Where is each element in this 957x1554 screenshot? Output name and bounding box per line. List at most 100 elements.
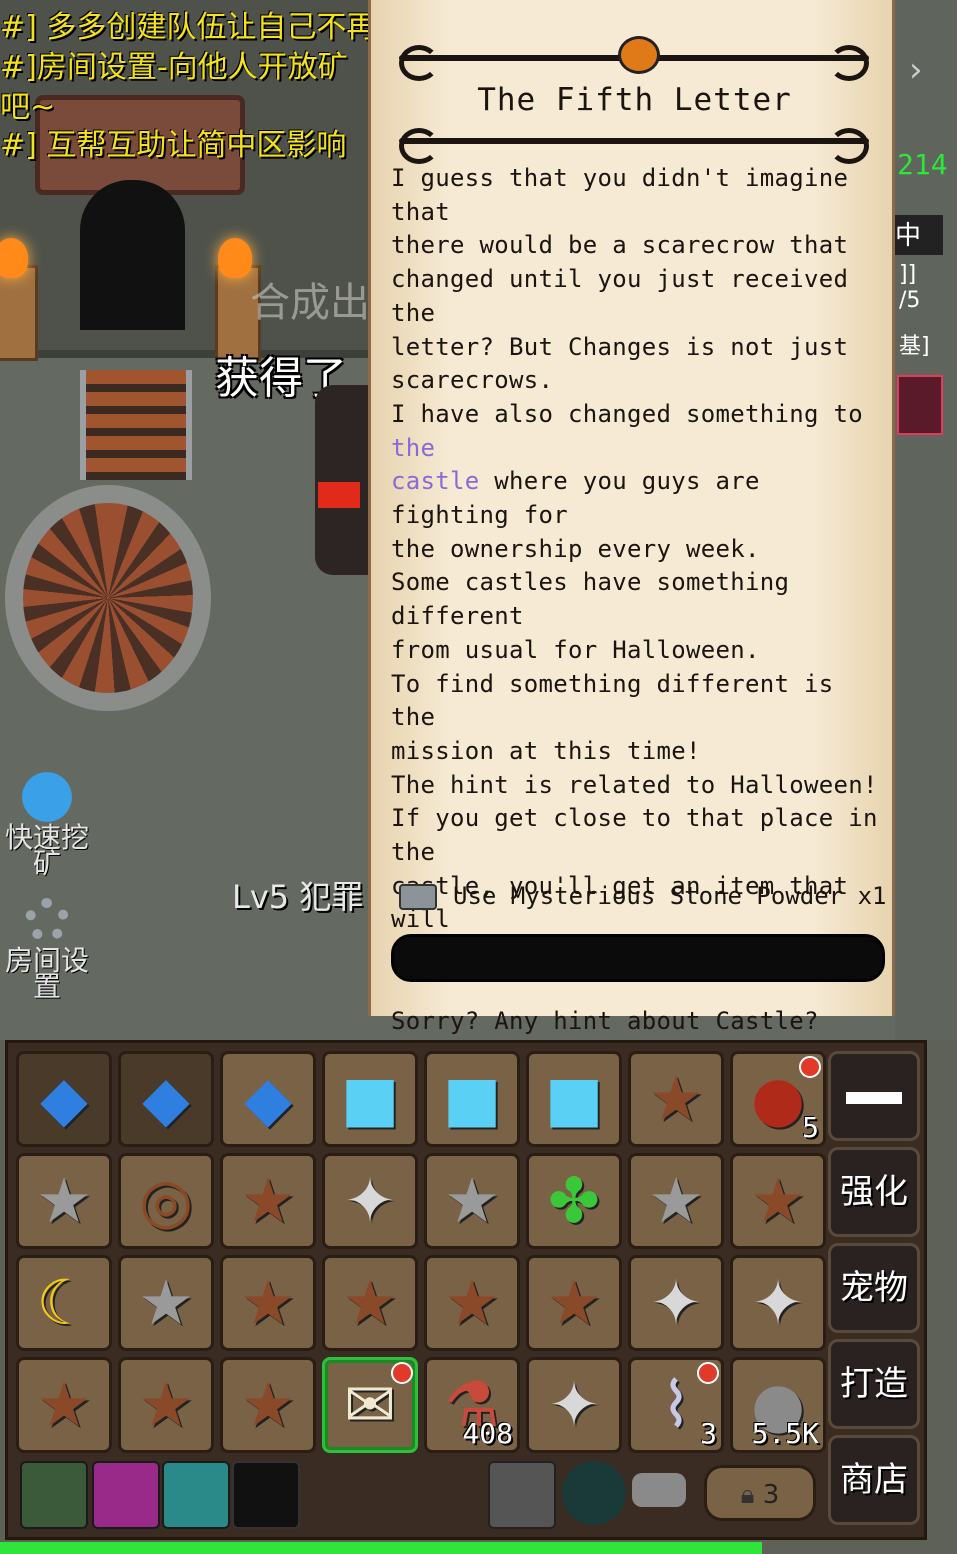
inventory-slot[interactable]: ★ bbox=[628, 1051, 724, 1147]
bag-icon[interactable] bbox=[562, 1461, 626, 1525]
chevron-right-icon[interactable]: › bbox=[909, 50, 923, 90]
inventory-grid: ◆ ◆ ◆ ■ ■ ■ ★ ● 5 ★ ◎ ★ ✦ ★ ✤ ★ ★ ☾ ★ ★ ★ ★ ★ ✦ ✦ ★ ★ ★ ✉ ⚗ 408 ✦ ⌇ 3 ● 5.5… bbox=[16, 1051, 826, 1453]
shuriken-icon: ✦ bbox=[752, 1266, 804, 1339]
inventory-slot[interactable]: ☾ bbox=[16, 1255, 112, 1351]
mine-wheel bbox=[5, 485, 211, 711]
no-trade-icon bbox=[391, 1362, 413, 1384]
inventory-slot[interactable]: ★ bbox=[424, 1153, 520, 1249]
inventory-slot[interactable]: ✦ bbox=[322, 1153, 418, 1249]
inventory-slot[interactable]: ◆ bbox=[118, 1051, 214, 1147]
brown-star-icon: ★ bbox=[648, 1062, 704, 1135]
quick-mine-button[interactable]: 快速挖矿 bbox=[2, 755, 92, 878]
letter-body-text: I guess that you didn't imagine that the… bbox=[391, 164, 863, 428]
inventory-slot[interactable]: ◎ bbox=[118, 1153, 214, 1249]
inventory-slot[interactable]: ● 5.5K bbox=[730, 1357, 826, 1453]
character-skin-icon[interactable] bbox=[92, 1461, 160, 1529]
inventory-slot[interactable]: ⚗ 408 bbox=[424, 1357, 520, 1453]
chat-icon[interactable] bbox=[632, 1473, 686, 1507]
inventory-slot[interactable]: ★ bbox=[16, 1357, 112, 1453]
score-readout: 214 bbox=[897, 148, 948, 181]
shuriken-icon: ✦ bbox=[548, 1368, 600, 1441]
silver-star-icon: ★ bbox=[138, 1266, 194, 1339]
lock-icon: 🔒︎ bbox=[740, 1480, 763, 1510]
letter-title: The Fifth Letter bbox=[477, 82, 792, 118]
china-flag-icon bbox=[318, 482, 360, 508]
lock-count: 3 bbox=[762, 1480, 780, 1510]
letter-input-field[interactable] bbox=[391, 934, 885, 982]
inventory-slot[interactable]: ★ bbox=[322, 1255, 418, 1351]
use-item-button[interactable]: Use Mysterious Stone Powder x1 bbox=[399, 882, 886, 922]
empty-slot-icon[interactable] bbox=[232, 1461, 300, 1529]
brown-star-icon: ★ bbox=[36, 1368, 92, 1441]
room-settings-label: 房间设置 bbox=[4, 944, 89, 1003]
inventory-slot[interactable]: ✦ bbox=[628, 1255, 724, 1351]
pickaxe-icon bbox=[12, 755, 82, 825]
inventory-slot[interactable]: ◆ bbox=[16, 1051, 112, 1147]
inventory-slot[interactable]: ★ bbox=[424, 1255, 520, 1351]
character-avatar[interactable] bbox=[897, 375, 943, 435]
wire-tool-icon: ⌇ bbox=[660, 1368, 692, 1441]
item-count: 5.5K bbox=[751, 1417, 819, 1450]
inventory-slot[interactable]: ■ bbox=[322, 1051, 418, 1147]
craft-button[interactable]: 打造 bbox=[828, 1339, 920, 1429]
inventory-slot[interactable]: ■ bbox=[424, 1051, 520, 1147]
silver-star-icon: ★ bbox=[648, 1164, 704, 1237]
no-trade-icon bbox=[799, 1056, 821, 1078]
inventory-slot[interactable]: ★ bbox=[220, 1153, 316, 1249]
inventory-slot[interactable]: ★ bbox=[526, 1255, 622, 1351]
mine-rail bbox=[80, 370, 192, 480]
chat-line: #]房间设置-向他人开放矿 bbox=[0, 50, 348, 85]
item-count: 408 bbox=[462, 1417, 513, 1450]
letter-highlight-text: the castle bbox=[391, 433, 480, 496]
inventory-slot[interactable]: ★ bbox=[118, 1357, 214, 1453]
letter-body: I guess that you didn't imagine that the… bbox=[391, 162, 881, 1173]
stone-powder-icon bbox=[399, 884, 437, 910]
hud-text: /5 bbox=[899, 288, 921, 313]
player-label: Lv5 犯罪 bbox=[232, 878, 364, 916]
inventory-slot[interactable]: ★ bbox=[118, 1255, 214, 1351]
floating-text: 合成出 bbox=[250, 280, 370, 326]
inventory-slot[interactable]: ● 5 bbox=[730, 1051, 826, 1147]
flame-icon bbox=[218, 238, 252, 278]
silver-star-icon: ★ bbox=[36, 1164, 92, 1237]
blue-crystal-shard-icon: ◆ bbox=[244, 1062, 292, 1135]
inventory-slot[interactable]: ◆ bbox=[220, 1051, 316, 1147]
inventory-slot[interactable]: ⌇ 3 bbox=[628, 1357, 724, 1453]
inventory-slot[interactable]: ★ bbox=[628, 1153, 724, 1249]
brown-star-icon: ★ bbox=[138, 1368, 194, 1441]
brown-star-icon: ★ bbox=[342, 1266, 398, 1339]
inventory-slot[interactable]: ★ bbox=[730, 1153, 826, 1249]
donut-icon: ◎ bbox=[138, 1164, 194, 1237]
inventory-slot[interactable]: ✦ bbox=[526, 1357, 622, 1453]
four-leaf-clover-icon: ✤ bbox=[548, 1164, 600, 1237]
storage-box-icon[interactable] bbox=[488, 1461, 556, 1529]
skill-book-icon[interactable] bbox=[20, 1461, 88, 1529]
lock-button[interactable]: 🔒︎ 3 bbox=[704, 1465, 816, 1521]
inventory-slot[interactable]: ■ bbox=[526, 1051, 622, 1147]
pet-button[interactable]: 宠物 bbox=[828, 1243, 920, 1333]
torch-left bbox=[0, 265, 38, 361]
ghost-pet-icon[interactable] bbox=[162, 1461, 230, 1529]
room-settings-button[interactable]: 房间设置 bbox=[2, 898, 92, 1003]
brown-star-icon: ★ bbox=[240, 1164, 296, 1237]
ice-cube-icon: ■ bbox=[442, 1062, 502, 1135]
cave-entrance[interactable] bbox=[80, 180, 185, 330]
red-potion-bag-icon: ● bbox=[750, 1062, 806, 1135]
inventory-slot[interactable]: ★ bbox=[16, 1153, 112, 1249]
inventory-slot[interactable]: ★ bbox=[220, 1357, 316, 1453]
collapse-button[interactable] bbox=[828, 1051, 920, 1141]
chat-line: #] 互帮互助让简中区影响 bbox=[0, 128, 347, 163]
use-item-label: Use Mysterious Stone Powder x1 bbox=[453, 882, 887, 910]
ice-cube-icon: ■ bbox=[340, 1062, 400, 1135]
blue-crystal-shard-icon: ◆ bbox=[40, 1062, 88, 1135]
crescent-moon-icon: ☾ bbox=[36, 1266, 92, 1339]
progress-bar bbox=[0, 1542, 762, 1554]
inventory-slot[interactable]: ✤ bbox=[526, 1153, 622, 1249]
silver-star-icon: ★ bbox=[444, 1164, 500, 1237]
enhance-button[interactable]: 强化 bbox=[828, 1147, 920, 1237]
shop-button[interactable]: 商店 bbox=[828, 1435, 920, 1525]
hud-text: ]] bbox=[899, 262, 917, 287]
inventory-slot[interactable]: ✦ bbox=[730, 1255, 826, 1351]
inventory-slot[interactable]: ✉ bbox=[322, 1357, 418, 1453]
inventory-slot[interactable]: ★ bbox=[220, 1255, 316, 1351]
